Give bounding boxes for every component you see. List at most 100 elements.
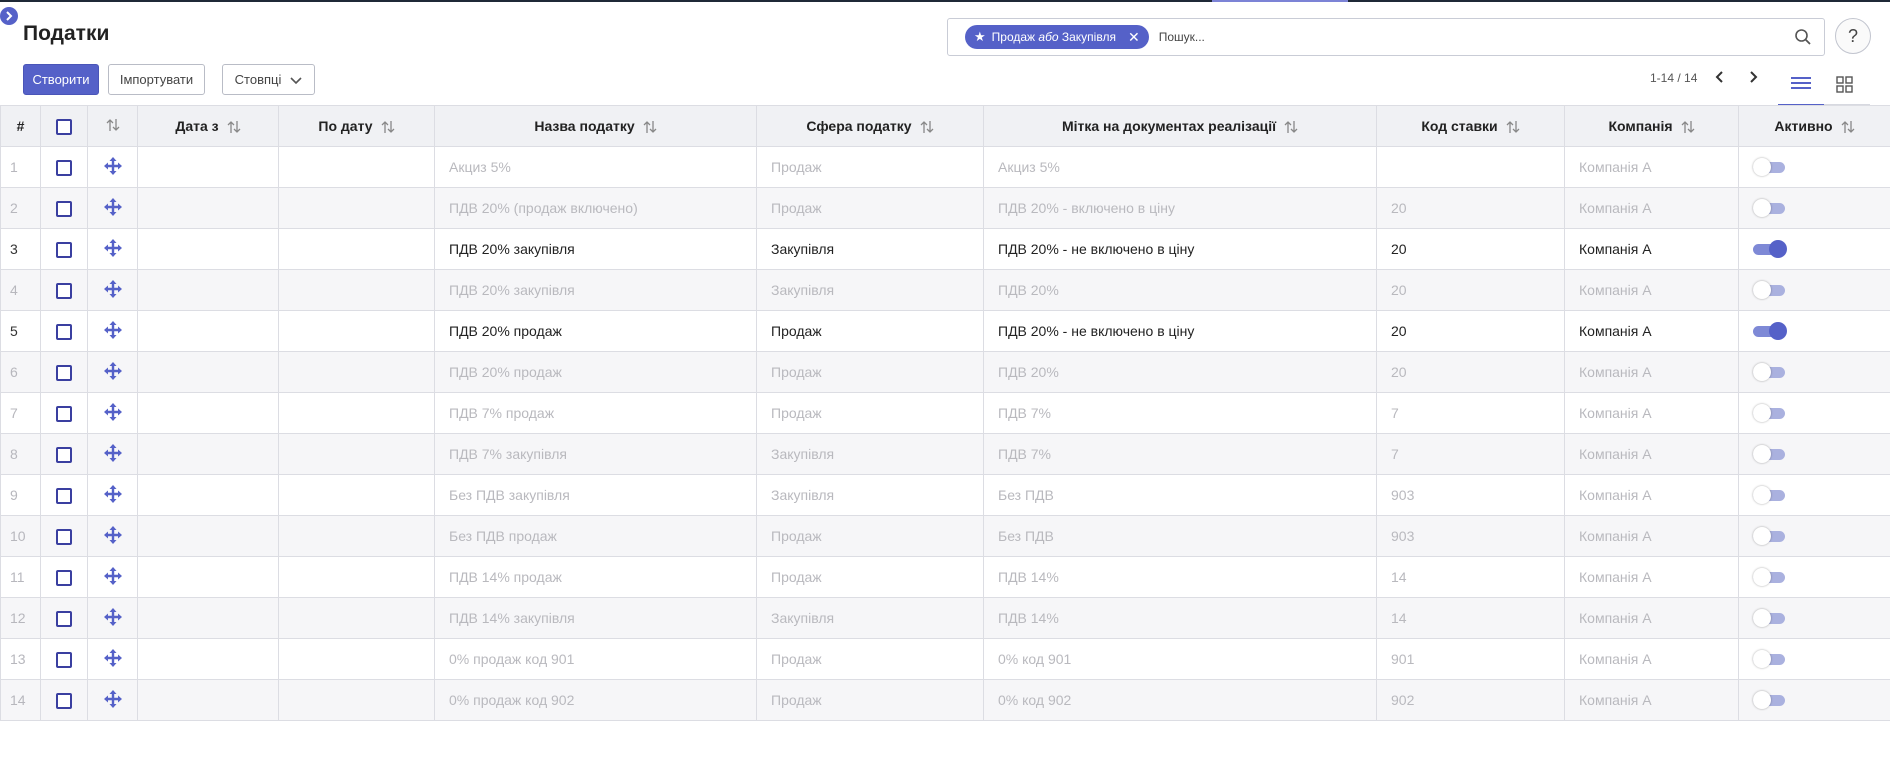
table-row[interactable]: 1 Акциз 5% Продаж Акциз 5% Компанія А <box>0 146 1890 188</box>
table-row[interactable]: 7 ПДВ 7% продаж Продаж ПДВ 7% 7 Компанія А <box>0 392 1890 434</box>
row-checkbox[interactable] <box>56 282 72 299</box>
active-toggle[interactable] <box>1753 444 1785 463</box>
pager-previous-icon[interactable] <box>1715 70 1725 89</box>
cell-company[interactable]: Компанія А <box>1564 269 1739 311</box>
row-checkbox[interactable] <box>56 487 72 504</box>
table-row[interactable]: 13 0% продаж код 901 Продаж 0% код 901 901 Ко… <box>0 638 1890 680</box>
drag-handle-icon[interactable] <box>87 269 138 311</box>
cell-invoice-label[interactable]: ПДВ 20% <box>983 351 1377 393</box>
active-toggle[interactable] <box>1753 649 1785 668</box>
table-row[interactable]: 11 ПДВ 14% продаж Продаж ПДВ 14% 14 Компанія … <box>0 556 1890 598</box>
cell-rate-code[interactable]: 20 <box>1376 310 1565 352</box>
drag-handle-icon[interactable] <box>87 474 138 516</box>
search-icon[interactable] <box>1794 28 1812 51</box>
header-tax-scope[interactable]: Сфера податку <box>756 105 984 147</box>
sidebar-toggle-button[interactable] <box>0 7 18 25</box>
cell-date-to[interactable] <box>278 556 435 598</box>
row-checkbox[interactable] <box>56 528 72 545</box>
cell-tax-scope[interactable]: Закупівля <box>756 597 984 639</box>
drag-handle-icon[interactable] <box>87 351 138 393</box>
cell-tax-name[interactable]: ПДВ 20% продаж <box>434 351 757 393</box>
cell-date-to[interactable] <box>278 638 435 680</box>
cell-tax-scope[interactable]: Закупівля <box>756 228 984 270</box>
cell-date-from[interactable] <box>137 474 279 516</box>
search-facet[interactable]: ★ Продаж або Закупівля ✕ <box>965 25 1149 49</box>
cell-invoice-label[interactable]: ПДВ 20% <box>983 269 1377 311</box>
active-toggle[interactable] <box>1753 690 1785 709</box>
cell-company[interactable]: Компанія А <box>1564 351 1739 393</box>
cell-date-to[interactable] <box>278 310 435 352</box>
cell-rate-code[interactable]: 14 <box>1376 597 1565 639</box>
cell-company[interactable]: Компанія А <box>1564 310 1739 352</box>
cell-tax-name[interactable]: ПДВ 20% закупівля <box>434 269 757 311</box>
cell-date-from[interactable] <box>137 269 279 311</box>
cell-tax-name[interactable]: 0% продаж код 902 <box>434 679 757 721</box>
row-checkbox[interactable] <box>56 569 72 586</box>
cell-date-to[interactable] <box>278 392 435 434</box>
cell-tax-name[interactable]: 0% продаж код 901 <box>434 638 757 680</box>
row-checkbox[interactable] <box>56 446 72 463</box>
drag-handle-icon[interactable] <box>87 515 138 557</box>
cell-date-to[interactable] <box>278 228 435 270</box>
list-view-button[interactable] <box>1778 70 1824 106</box>
row-select-cell[interactable] <box>40 597 88 639</box>
table-row[interactable]: 4 ПДВ 20% закупівля Закупівля ПДВ 20% 20 Комп… <box>0 269 1890 311</box>
cell-date-to[interactable] <box>278 474 435 516</box>
table-row[interactable]: 3 ПДВ 20% закупівля Закупівля ПДВ 20% - не … <box>0 228 1890 270</box>
row-select-cell[interactable] <box>40 515 88 557</box>
active-toggle[interactable] <box>1753 362 1785 381</box>
cell-rate-code[interactable]: 20 <box>1376 187 1565 229</box>
drag-handle-icon[interactable] <box>87 597 138 639</box>
row-select-cell[interactable] <box>40 269 88 311</box>
search-bar[interactable]: ★ Продаж або Закупівля ✕ <box>947 18 1825 56</box>
cell-tax-scope[interactable]: Продаж <box>756 146 984 188</box>
cell-rate-code[interactable]: 903 <box>1376 474 1565 516</box>
row-select-cell[interactable] <box>40 679 88 721</box>
row-select-cell[interactable] <box>40 228 88 270</box>
row-select-cell[interactable] <box>40 392 88 434</box>
cell-tax-name[interactable]: Акциз 5% <box>434 146 757 188</box>
cell-date-from[interactable] <box>137 433 279 475</box>
header-rate-code[interactable]: Код ставки <box>1376 105 1565 147</box>
cell-tax-scope[interactable]: Продаж <box>756 187 984 229</box>
cell-company[interactable]: Компанія А <box>1564 679 1739 721</box>
cell-date-to[interactable] <box>278 515 435 557</box>
close-icon[interactable]: ✕ <box>1128 29 1140 46</box>
cell-company[interactable]: Компанія А <box>1564 187 1739 229</box>
cell-invoice-label[interactable]: Без ПДВ <box>983 515 1377 557</box>
row-checkbox[interactable] <box>56 200 72 217</box>
cell-company[interactable]: Компанія А <box>1564 392 1739 434</box>
row-select-cell[interactable] <box>40 474 88 516</box>
header-select-all[interactable] <box>40 105 88 147</box>
table-row[interactable]: 9 Без ПДВ закупівля Закупівля Без ПДВ 903 Ком… <box>0 474 1890 516</box>
cell-invoice-label[interactable]: Акциз 5% <box>983 146 1377 188</box>
row-checkbox[interactable] <box>56 159 72 176</box>
header-invoice-label[interactable]: Мітка на документах реалізації <box>983 105 1377 147</box>
cell-invoice-label[interactable]: Без ПДВ <box>983 474 1377 516</box>
header-date-from[interactable]: Дата з <box>137 105 279 147</box>
cell-tax-name[interactable]: ПДВ 20% закупівля <box>434 228 757 270</box>
cell-tax-scope[interactable]: Продаж <box>756 638 984 680</box>
cell-invoice-label[interactable]: ПДВ 7% <box>983 433 1377 475</box>
header-sequence[interactable] <box>87 105 138 147</box>
row-checkbox[interactable] <box>56 241 72 258</box>
header-date-to[interactable]: По дату <box>278 105 435 147</box>
kanban-view-button[interactable] <box>1836 76 1853 98</box>
active-toggle[interactable] <box>1753 403 1785 422</box>
table-row[interactable]: 2 ПДВ 20% (продаж включено) Продаж ПДВ 20% … <box>0 187 1890 229</box>
cell-company[interactable]: Компанія А <box>1564 228 1739 270</box>
cell-tax-scope[interactable]: Продаж <box>756 556 984 598</box>
search-input[interactable] <box>1158 30 1759 44</box>
cell-rate-code[interactable]: 901 <box>1376 638 1565 680</box>
cell-tax-name[interactable]: ПДВ 14% закупівля <box>434 597 757 639</box>
drag-handle-icon[interactable] <box>87 228 138 270</box>
table-row[interactable]: 8 ПДВ 7% закупівля Закупівля ПДВ 7% 7 Компані… <box>0 433 1890 475</box>
cell-date-to[interactable] <box>278 146 435 188</box>
active-toggle[interactable] <box>1753 321 1787 340</box>
drag-handle-icon[interactable] <box>87 310 138 352</box>
select-all-checkbox[interactable] <box>56 118 72 135</box>
cell-date-from[interactable] <box>137 556 279 598</box>
row-select-cell[interactable] <box>40 187 88 229</box>
cell-company[interactable]: Компанія А <box>1564 597 1739 639</box>
cell-invoice-label[interactable]: ПДВ 7% <box>983 392 1377 434</box>
